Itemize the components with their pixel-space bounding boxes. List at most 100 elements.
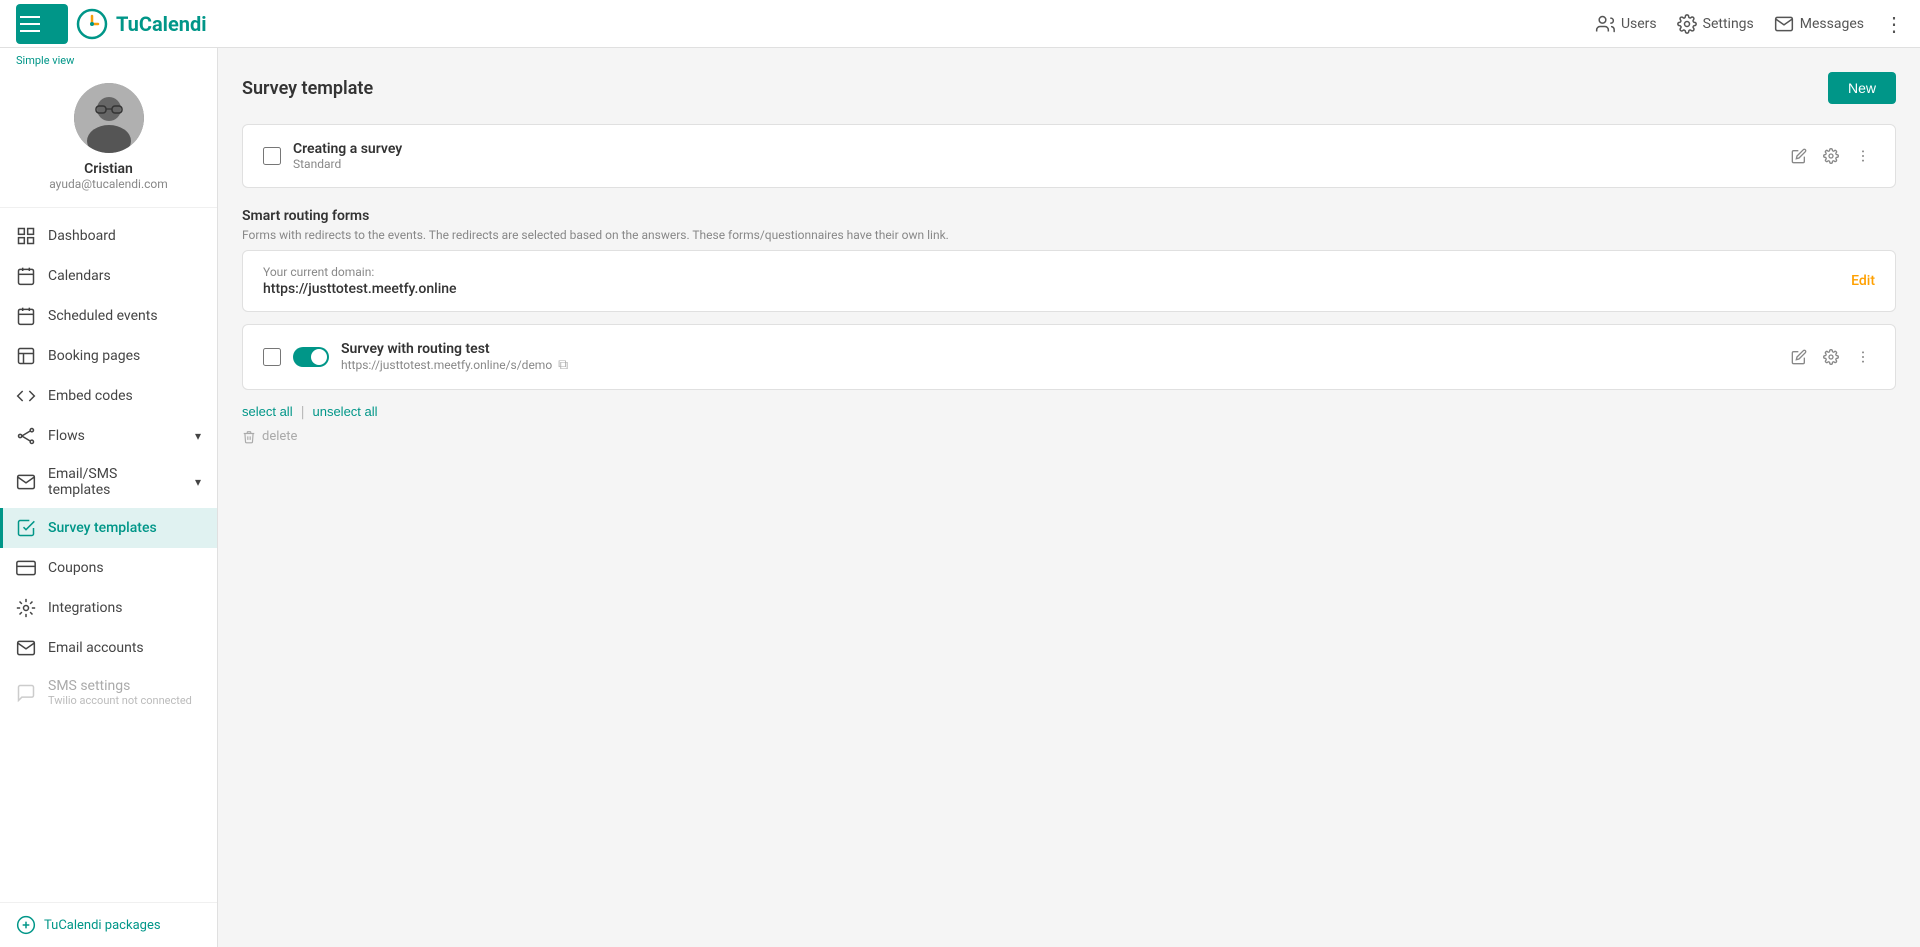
survey-card-creating: Creating a survey Standard	[242, 124, 1896, 188]
sidebar-item-email-accounts[interactable]: Email accounts	[0, 628, 217, 668]
gear-icon	[1823, 148, 1839, 164]
sidebar-item-survey-templates[interactable]: Survey templates	[0, 508, 217, 548]
sidebar-label-email-accounts: Email accounts	[48, 640, 144, 656]
sidebar-label-booking-pages: Booking pages	[48, 348, 140, 364]
survey-checkbox-routing[interactable]	[263, 348, 281, 366]
user-email: ayuda@tucalendi.com	[49, 177, 168, 191]
more-vertical-icon	[1855, 148, 1871, 164]
flows-icon	[16, 426, 36, 446]
domain-edit-link[interactable]: Edit	[1851, 273, 1875, 289]
sidebar-label-coupons: Coupons	[48, 560, 104, 576]
packages-icon	[16, 915, 36, 935]
sidebar-item-integrations[interactable]: Integrations	[0, 588, 217, 628]
bulk-actions: select all | unselect all	[242, 402, 1896, 421]
smart-routing-section: Smart routing forms Forms with redirects…	[242, 208, 1896, 242]
avatar-image	[74, 83, 144, 153]
sidebar-item-dashboard[interactable]: Dashboard	[0, 216, 217, 256]
delete-section[interactable]: delete	[242, 429, 1896, 444]
sidebar-item-coupons[interactable]: Coupons	[0, 548, 217, 588]
sidebar-item-scheduled-events[interactable]: Scheduled events	[0, 296, 217, 336]
sidebar-item-booking-pages[interactable]: Booking pages	[0, 336, 217, 376]
messages-icon	[1774, 14, 1794, 34]
trash-icon	[242, 430, 256, 444]
sidebar-label-scheduled-events: Scheduled events	[48, 308, 158, 324]
survey-more-button-creating[interactable]	[1851, 143, 1875, 169]
survey-edit-button-routing[interactable]	[1787, 344, 1811, 370]
actions-separator: |	[301, 402, 305, 421]
messages-label: Messages	[1800, 16, 1864, 32]
survey-templates-icon	[16, 518, 36, 538]
messages-nav-item[interactable]: Messages	[1774, 14, 1864, 34]
unselect-all-button[interactable]: unselect all	[312, 404, 377, 419]
edit-icon	[1791, 148, 1807, 164]
sidebar-label-email-sms-templates: Email/SMS templates	[48, 466, 183, 498]
survey-card-actions	[1787, 143, 1875, 169]
flows-chevron-icon: ▾	[195, 429, 201, 443]
sidebar-label-calendars: Calendars	[48, 268, 111, 284]
sidebar-sub-sms-settings: Twilio account not connected	[48, 694, 192, 707]
more-icon[interactable]: ⋮	[1884, 12, 1904, 36]
main-content: Survey template New Creating a survey St…	[218, 48, 1920, 947]
hamburger-icon	[20, 8, 52, 40]
sidebar: Simple view Cristian ayuda@tucalendi.com	[0, 48, 218, 947]
user-name: Cristian	[84, 161, 133, 177]
simple-view-label[interactable]: Simple view	[0, 48, 217, 71]
copy-url-icon[interactable]: ⧉	[558, 357, 568, 373]
survey-settings-button-creating[interactable]	[1819, 143, 1843, 169]
integrations-icon	[16, 598, 36, 618]
menu-toggle[interactable]	[16, 4, 68, 44]
nav-list: Dashboard Calendars Scheduled events B	[0, 208, 217, 902]
sidebar-item-embed-codes[interactable]: Embed codes	[0, 376, 217, 416]
top-nav-actions: Users Settings Messages ⋮	[1595, 12, 1904, 36]
survey-title-creating: Creating a survey	[293, 141, 1775, 157]
sidebar-label-embed-codes: Embed codes	[48, 388, 133, 404]
sidebar-label-sms-settings: SMS settings	[48, 678, 192, 694]
avatar	[74, 83, 144, 153]
email-sms-templates-icon	[16, 472, 36, 492]
top-nav: TuCalendi Users Settings Messages ⋮	[0, 0, 1920, 48]
new-button[interactable]: New	[1828, 72, 1896, 104]
sidebar-item-sms-settings[interactable]: SMS settings Twilio account not connecte…	[0, 668, 217, 717]
smart-routing-title: Smart routing forms	[242, 208, 1896, 224]
sidebar-item-flows[interactable]: Flows ▾	[0, 416, 217, 456]
brand-name: TuCalendi	[116, 12, 207, 36]
smart-routing-desc: Forms with redirects to the events. The …	[242, 228, 1896, 242]
packages-label: TuCalendi packages	[44, 918, 161, 933]
survey-toggle-routing[interactable]	[293, 347, 329, 367]
settings-label: Settings	[1703, 16, 1754, 32]
sidebar-packages[interactable]: TuCalendi packages	[0, 902, 217, 947]
survey-routing-title: Survey with routing test	[341, 341, 1775, 357]
sidebar-item-calendars[interactable]: Calendars	[0, 256, 217, 296]
sidebar-label-flows: Flows	[48, 428, 85, 444]
page-title: Survey template	[242, 78, 373, 99]
survey-checkbox-creating[interactable]	[263, 147, 281, 165]
survey-routing-url: https://justtotest.meetfy.online/s/demo	[341, 358, 552, 372]
sidebar-label-survey-templates: Survey templates	[48, 520, 157, 536]
select-all-button[interactable]: select all	[242, 404, 293, 419]
survey-more-button-routing[interactable]	[1851, 344, 1875, 370]
survey-type-creating: Standard	[293, 157, 1775, 171]
scheduled-events-icon	[16, 306, 36, 326]
booking-pages-icon	[16, 346, 36, 366]
users-nav-item[interactable]: Users	[1595, 14, 1657, 34]
tucalendi-logo-icon	[76, 8, 108, 40]
calendars-icon	[16, 266, 36, 286]
more-vertical-icon	[1855, 349, 1871, 365]
user-profile: Cristian ayuda@tucalendi.com	[0, 71, 217, 208]
survey-card-content: Creating a survey Standard	[293, 141, 1775, 171]
domain-value: https://justtotest.meetfy.online	[263, 281, 457, 297]
delete-label: delete	[262, 429, 297, 444]
dashboard-icon	[16, 226, 36, 246]
survey-card-routing: Survey with routing test https://justtot…	[242, 324, 1896, 390]
domain-card: Your current domain: https://justtotest.…	[242, 250, 1896, 312]
coupons-icon	[16, 558, 36, 578]
sidebar-label-integrations: Integrations	[48, 600, 122, 616]
survey-routing-content: Survey with routing test https://justtot…	[341, 341, 1775, 373]
survey-edit-button-creating[interactable]	[1787, 143, 1811, 169]
brand-logo[interactable]: TuCalendi	[76, 8, 207, 40]
gear-icon	[1823, 349, 1839, 365]
survey-settings-button-routing[interactable]	[1819, 344, 1843, 370]
settings-nav-item[interactable]: Settings	[1677, 14, 1754, 34]
sidebar-label-dashboard: Dashboard	[48, 228, 116, 244]
sidebar-item-email-sms-templates[interactable]: Email/SMS templates ▾	[0, 456, 217, 508]
